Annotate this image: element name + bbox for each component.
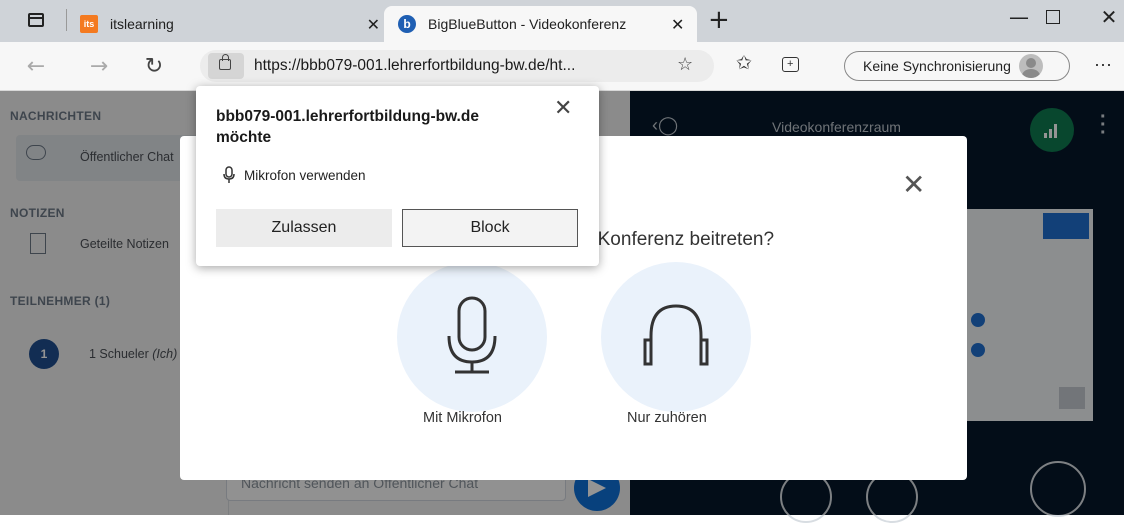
- listen-only-option-circle: [601, 262, 751, 412]
- tab-itslearning[interactable]: its itslearning ✕: [80, 6, 380, 42]
- tab-bigbluebutton[interactable]: b BigBlueButton - Videokonferenz ✕: [384, 6, 697, 42]
- url-field[interactable]: https://bbb079-001.lehrerfortbildung-bw.…: [200, 50, 714, 82]
- listen-only-option[interactable]: [601, 262, 761, 432]
- itslearning-logo: its: [80, 15, 98, 33]
- microphone-option-circle: [397, 262, 547, 412]
- tab-title: BigBlueButton - Videokonferenz: [428, 16, 627, 32]
- window-close-icon[interactable]: ✕: [1086, 0, 1124, 34]
- close-icon[interactable]: ✕: [902, 168, 925, 201]
- lock-icon[interactable]: [219, 54, 231, 70]
- microphone-option-caption: Mit Mikrofon: [423, 410, 502, 426]
- close-icon[interactable]: ✕: [367, 15, 380, 34]
- listen-only-option-caption: Nur zuhören: [627, 410, 707, 426]
- tab-title: itslearning: [110, 16, 174, 32]
- collections-icon[interactable]: +: [782, 57, 799, 72]
- sync-button[interactable]: Keine Synchronisierung: [844, 51, 1070, 81]
- back-icon[interactable]: ←: [18, 42, 54, 90]
- block-button[interactable]: Block: [402, 209, 578, 247]
- refresh-icon[interactable]: ↻: [136, 42, 172, 90]
- close-icon[interactable]: ✕: [671, 15, 684, 34]
- permission-popup: bbb079-001.lehrerfortbildung-bw.de möcht…: [196, 86, 599, 266]
- microphone-icon: [447, 296, 497, 374]
- profile-avatar-icon: [1018, 54, 1043, 78]
- permission-request: Mikrofon verwenden: [244, 168, 366, 183]
- tab-actions-icon[interactable]: [28, 13, 44, 27]
- address-bar: ← → ↻ https://bbb079-001.lehrerfortbildu…: [0, 42, 1124, 91]
- microphone-option[interactable]: Mit Mikrofon: [397, 262, 557, 432]
- favorites-icon[interactable]: ✩: [736, 52, 752, 74]
- tab-bar: its itslearning ✕ b BigBlueButton - Vide…: [0, 0, 1124, 42]
- favorite-star-icon[interactable]: ☆: [677, 54, 693, 75]
- tab-divider: [66, 9, 67, 31]
- headphones-icon: [643, 304, 709, 366]
- url-text[interactable]: https://bbb079-001.lehrerfortbildung-bw.…: [254, 57, 575, 75]
- close-icon[interactable]: ✕: [554, 96, 572, 121]
- more-menu-icon[interactable]: ···: [1094, 54, 1112, 75]
- allow-button[interactable]: Zulassen: [216, 209, 392, 247]
- new-tab-button[interactable]: +: [708, 5, 730, 35]
- forward-icon[interactable]: →: [81, 42, 117, 90]
- sync-label: Keine Synchronisierung: [863, 58, 1011, 74]
- permission-title: bbb079-001.lehrerfortbildung-bw.de möcht…: [216, 108, 479, 146]
- maximize-icon[interactable]: [1030, 0, 1076, 34]
- bigbluebutton-logo: b: [398, 15, 416, 33]
- microphone-icon: [223, 166, 235, 183]
